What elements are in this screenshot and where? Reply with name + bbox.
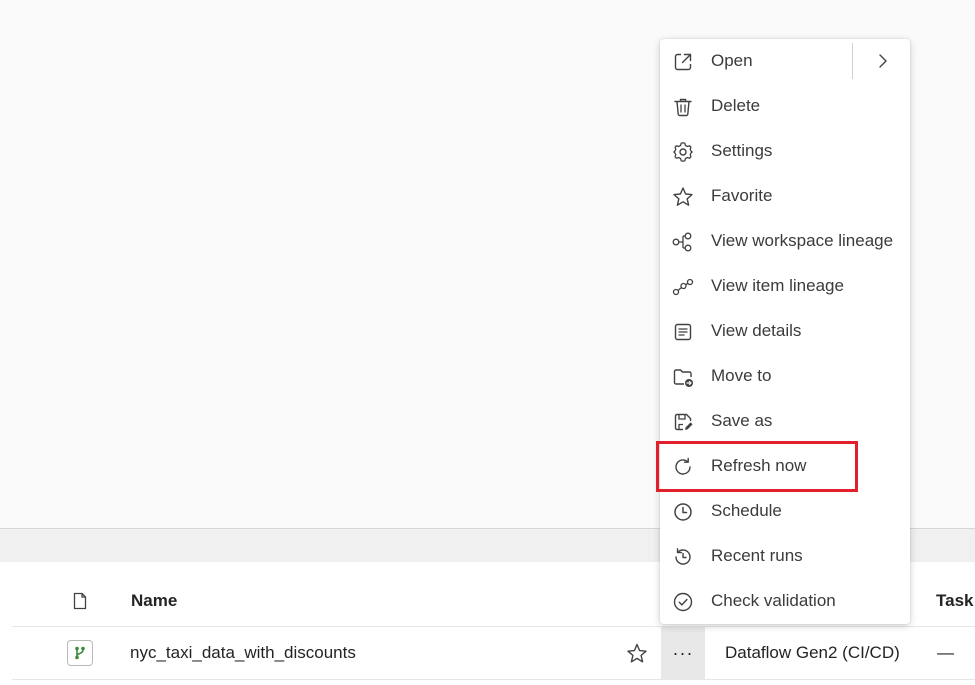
column-header-name[interactable]: Name xyxy=(131,591,177,611)
menu-item-label: Check validation xyxy=(711,591,836,610)
menu-item-label: Recent runs xyxy=(711,546,803,565)
star-icon xyxy=(671,185,695,209)
dataflow-icon xyxy=(67,640,93,666)
gear-icon xyxy=(671,140,695,164)
table-row[interactable]: nyc_taxi_data_with_discounts ··· Dataflo… xyxy=(0,627,975,679)
save-as-icon xyxy=(671,410,695,434)
menu-item-label: Settings xyxy=(711,141,773,160)
menu-item-label: Favorite xyxy=(711,186,773,205)
row-separator xyxy=(12,679,975,680)
context-menu: Open Delete Settings Favorite View works… xyxy=(660,39,910,624)
more-options-button[interactable]: ··· xyxy=(661,627,705,679)
menu-item-label: Save as xyxy=(711,411,773,430)
item-name[interactable]: nyc_taxi_data_with_discounts xyxy=(130,643,356,663)
folder-move-icon xyxy=(671,365,695,389)
menu-item-label: Open xyxy=(711,51,753,70)
menu-item-label: Schedule xyxy=(711,501,782,520)
menu-item-recent-runs[interactable]: Recent runs xyxy=(660,534,910,579)
menu-item-check-validation[interactable]: Check validation xyxy=(660,579,910,624)
menu-item-view-item-lineage[interactable]: View item lineage xyxy=(660,264,910,309)
menu-item-label: View item lineage xyxy=(711,276,844,295)
details-icon xyxy=(671,320,695,344)
clock-icon xyxy=(671,500,695,524)
item-type: Dataflow Gen2 (CI/CD) xyxy=(725,643,900,662)
workspace-lineage-icon xyxy=(671,230,695,254)
history-icon xyxy=(671,545,695,569)
menu-item-view-details[interactable]: View details xyxy=(660,309,910,354)
trash-icon xyxy=(671,95,695,119)
menu-item-label: Delete xyxy=(711,96,761,115)
item-lineage-icon xyxy=(671,275,695,299)
check-circle-icon xyxy=(671,590,695,614)
menu-item-save-as[interactable]: Save as xyxy=(660,399,910,444)
open-external-icon xyxy=(671,50,695,74)
favorite-star-icon[interactable] xyxy=(624,641,650,667)
menu-item-label: View details xyxy=(711,321,802,340)
menu-item-label: Move to xyxy=(711,366,772,385)
highlight-annotation-box xyxy=(656,441,858,492)
menu-item-delete[interactable]: Delete xyxy=(660,84,910,129)
submenu-divider xyxy=(852,43,853,79)
menu-item-favorite[interactable]: Favorite xyxy=(660,174,910,219)
menu-item-settings[interactable]: Settings xyxy=(660,129,910,174)
file-type-icon xyxy=(72,592,88,610)
menu-item-label: View workspace lineage xyxy=(711,231,894,250)
chevron-right-icon[interactable] xyxy=(876,52,890,70)
menu-item-open[interactable]: Open xyxy=(660,39,910,84)
item-task: — xyxy=(937,643,954,662)
menu-item-move-to[interactable]: Move to xyxy=(660,354,910,399)
column-header-task[interactable]: Task xyxy=(936,591,974,611)
menu-item-view-workspace-lineage[interactable]: View workspace lineage xyxy=(660,219,910,264)
menu-item-schedule[interactable]: Schedule xyxy=(660,489,910,534)
